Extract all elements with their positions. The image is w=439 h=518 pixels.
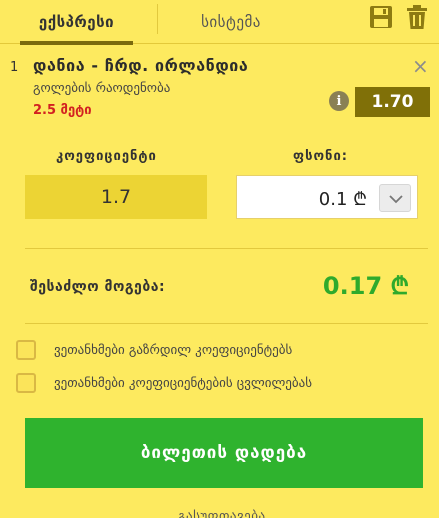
close-icon[interactable]: × xyxy=(412,54,429,78)
bet-index: 1 xyxy=(10,60,19,75)
chevron-down-icon xyxy=(389,195,403,204)
match-title: დანია - ჩრდ. ირლანდია xyxy=(33,56,249,75)
coefficient-label: კოეფიციენტი xyxy=(56,149,157,164)
clear-link[interactable]: გასუფთავება xyxy=(178,509,266,518)
bet-item: 1 დანია - ჩრდ. ირლანდია × გოლების რაოდენ… xyxy=(0,45,439,131)
checkbox[interactable] xyxy=(16,340,36,360)
checkbox[interactable] xyxy=(16,373,36,393)
accept-odds-changes-option[interactable]: ვეთანხმები კოეფიციენტების ცვლილებას xyxy=(16,372,312,394)
possible-win-value: 0.17 ₾ xyxy=(322,272,409,300)
market-name: გოლების რაოდენობა xyxy=(33,81,171,96)
floppy-disk-icon[interactable] xyxy=(368,4,394,30)
betslip-tabs: ექსპრესი სისტემა xyxy=(0,0,439,45)
selection-name: 2.5 მეტი xyxy=(33,103,92,118)
tab-separator xyxy=(157,4,158,34)
stake-value: 0.1 ₾ xyxy=(318,189,367,210)
trash-icon[interactable] xyxy=(405,4,431,30)
tab-system[interactable]: სისტემა xyxy=(175,0,287,44)
divider xyxy=(25,323,428,324)
checkbox-label: ვეთანხმები კოეფიციენტების ცვლილებას xyxy=(54,375,313,391)
divider xyxy=(25,248,428,249)
info-icon[interactable]: i xyxy=(329,91,349,111)
coefficient-field: 1.7 xyxy=(25,175,207,219)
stake-input[interactable]: 0.1 ₾ xyxy=(236,175,418,219)
stake-label: ფსონი: xyxy=(293,149,348,164)
bet-calculator: კოეფიციენტი ფსონი: 1.7 0.1 ₾ შესაძლო მოგ… xyxy=(0,131,439,518)
place-bet-button[interactable]: ბილეთის დადება xyxy=(25,418,423,488)
possible-win-label: შესაძლო მოგება: xyxy=(30,279,166,295)
odds-badge: 1.70 xyxy=(355,87,430,117)
accept-higher-odds-option[interactable]: ვეთანხმები გაზრდილ კოეფიციენტებს xyxy=(16,339,292,361)
checkbox-label: ვეთანხმები გაზრდილ კოეფიციენტებს xyxy=(54,342,293,358)
tab-express[interactable]: ექსპრესი xyxy=(20,0,133,45)
stake-dropdown-button[interactable] xyxy=(379,184,411,212)
